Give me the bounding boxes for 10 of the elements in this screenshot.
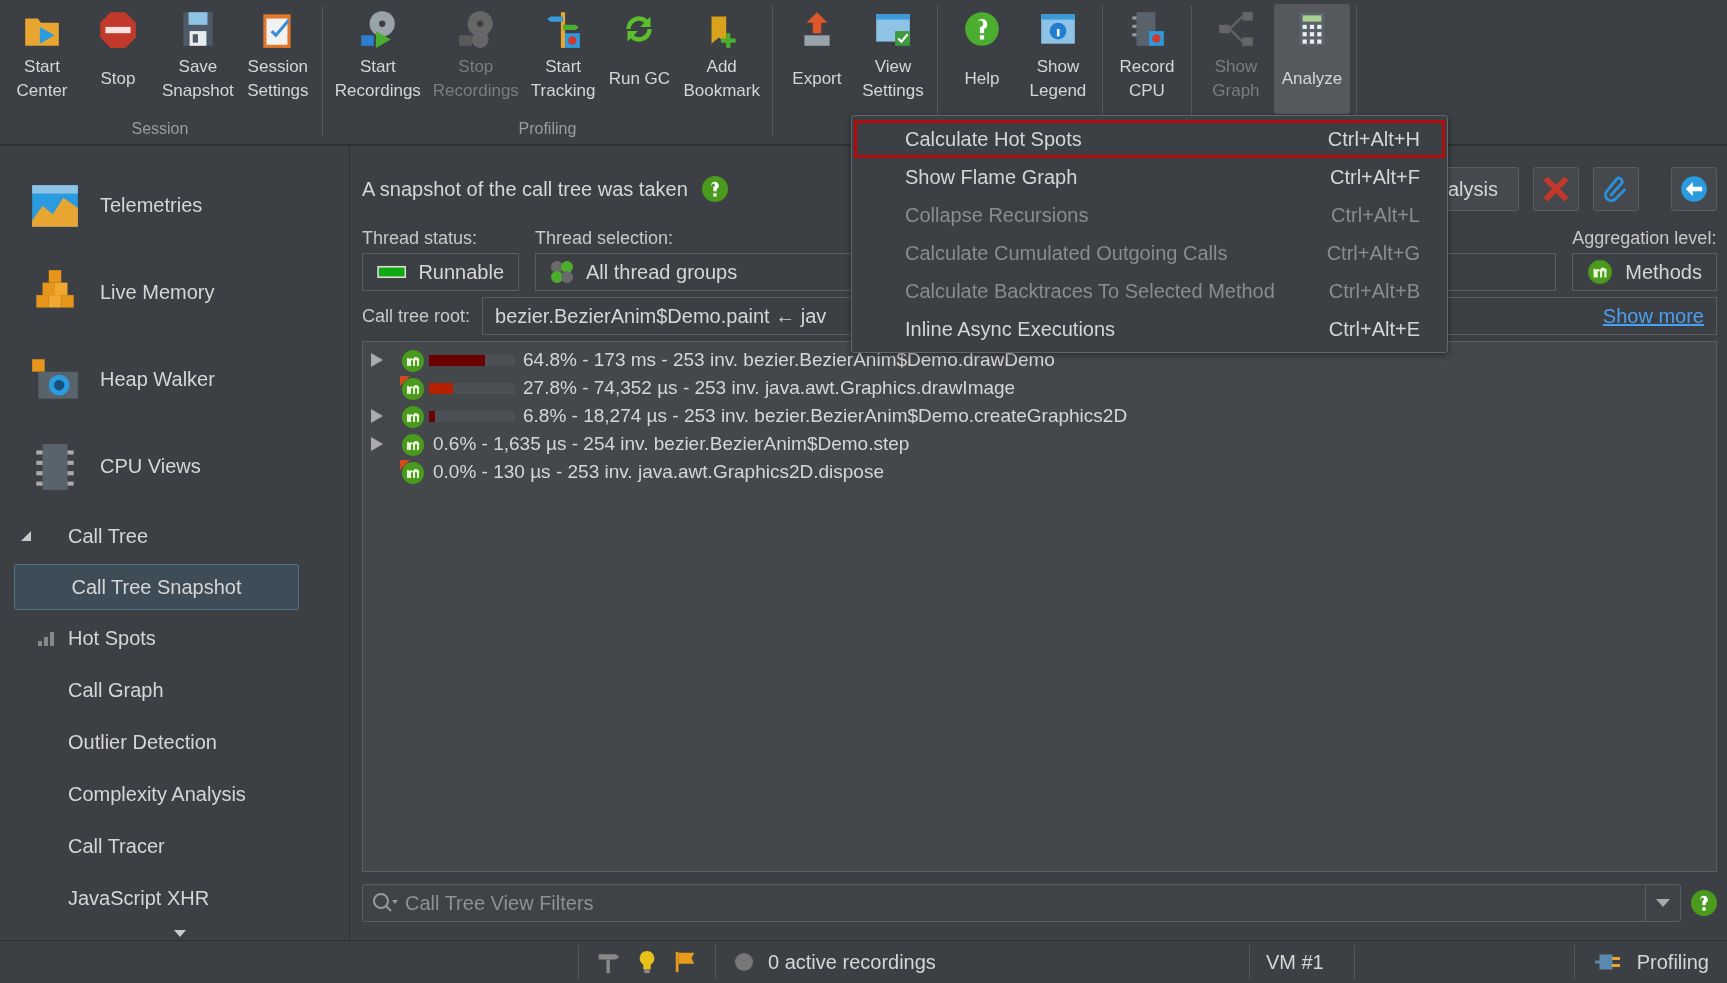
field-label: Thread selection: <box>535 228 675 249</box>
field-label: Call tree root: <box>362 305 471 327</box>
profiling-mode-label: Profiling <box>1636 950 1709 974</box>
vm-label: VM #1 <box>1265 950 1324 974</box>
status-message: A snapshot of the call tree was taken <box>362 177 688 201</box>
field-label: Aggregation level: <box>1572 228 1717 249</box>
recordings-count: 0 active recordings <box>768 950 936 974</box>
group-label: Profiling <box>518 120 577 138</box>
field-label: Thread status: <box>362 228 479 249</box>
group-label: Session <box>131 120 189 138</box>
